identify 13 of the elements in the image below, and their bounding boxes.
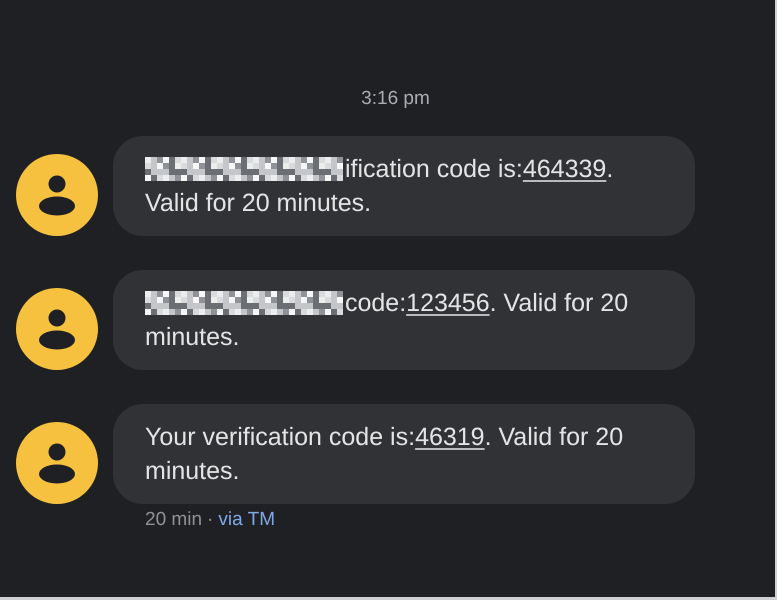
message-text: code:123456. Valid for 20 minutes. <box>145 288 630 353</box>
contact-avatar-icon <box>16 422 98 504</box>
message-text: Your verification code is:46319. Valid for 20 minutes. <box>145 422 624 487</box>
contact-avatar-icon <box>16 288 98 370</box>
sent-via-label: via TM <box>218 509 276 531</box>
verification-code-link[interactable]: 464339 <box>522 155 606 183</box>
contact-avatar-icon <box>16 154 98 236</box>
message-age: 20 min <box>145 509 202 531</box>
message-timestamp: 3:16 pm <box>361 88 430 110</box>
verification-code-link[interactable]: 123456 <box>406 289 490 317</box>
verification-code-link[interactable]: 46319 <box>415 423 485 451</box>
message-text: ification code is:464339. Valid for 20 minutes. <box>145 154 614 219</box>
separator-dot: · <box>207 509 214 531</box>
